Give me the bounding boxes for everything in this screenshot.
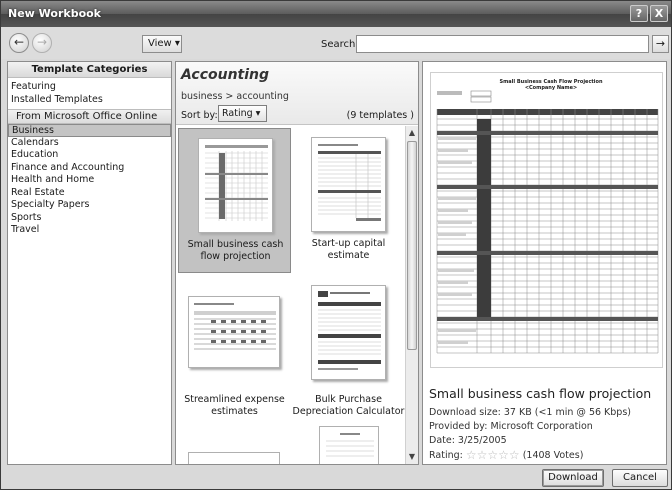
rating-label: Rating: bbox=[429, 450, 463, 461]
category-travel[interactable]: Travel bbox=[8, 224, 171, 237]
category-installed-templates[interactable]: Installed Templates bbox=[8, 94, 171, 107]
close-button[interactable]: X bbox=[650, 5, 668, 22]
scrollbar-thumb[interactable] bbox=[407, 141, 417, 350]
scroll-down-icon[interactable]: ▼ bbox=[406, 450, 418, 463]
category-education[interactable]: Education bbox=[8, 149, 171, 162]
template-date: Date: 3/25/2005 bbox=[429, 435, 507, 446]
category-health-and-home[interactable]: Health and Home bbox=[8, 174, 171, 187]
view-dropdown[interactable]: View ▾ bbox=[142, 35, 182, 53]
breadcrumb: business > accounting bbox=[181, 91, 289, 102]
download-button[interactable]: Download bbox=[542, 469, 604, 487]
help-button[interactable]: ? bbox=[630, 5, 648, 22]
window-title: New Workbook bbox=[8, 7, 102, 20]
scroll-up-icon[interactable]: ▲ bbox=[406, 126, 418, 139]
template-label: Start-up capital estimate bbox=[311, 238, 386, 261]
toolbar: ← → View ▾ Search: → bbox=[1, 27, 671, 59]
category-real-estate[interactable]: Real Estate bbox=[8, 187, 171, 200]
template-count: (9 templates ) bbox=[346, 110, 414, 121]
template-thumbnail bbox=[188, 452, 280, 464]
sort-label: Sort by: bbox=[181, 110, 218, 121]
search-label: Search: bbox=[321, 39, 359, 50]
rating-row: Rating: ☆☆☆☆☆ (1408 Votes) bbox=[429, 448, 583, 462]
search-input[interactable] bbox=[356, 35, 649, 53]
template-grid: Small business cash flow projection Star… bbox=[176, 126, 405, 464]
templates-header: Accounting business > accounting Sort by… bbox=[176, 62, 418, 125]
template-label: Bulk Purchase Depreciation Calculator bbox=[292, 394, 405, 417]
rating-stars-icon[interactable]: ☆☆☆☆☆ bbox=[466, 448, 520, 462]
vote-count: (1408 Votes) bbox=[522, 450, 584, 461]
template-label: Small business cash flow projection bbox=[187, 239, 284, 262]
template-tile-startup-capital[interactable]: Start-up capital estimate bbox=[292, 128, 405, 273]
provided-by: Provided by: Microsoft Corporation bbox=[429, 421, 593, 432]
template-tile-bulk-purchase[interactable]: Bulk Purchase Depreciation Calculator bbox=[292, 276, 405, 421]
templates-pane: Accounting business > accounting Sort by… bbox=[175, 61, 419, 465]
preview-sheet bbox=[436, 90, 659, 354]
template-label: Streamlined expense estimates bbox=[184, 394, 285, 417]
template-thumbnail bbox=[188, 296, 280, 368]
sort-dropdown[interactable]: Rating ▾ bbox=[218, 105, 267, 122]
download-size: Download size: 37 KB (<1 min @ 56 Kbps) bbox=[429, 407, 631, 418]
category-finance-and-accounting[interactable]: Finance and Accounting bbox=[8, 162, 171, 175]
template-tile-expense-estimates[interactable]: Streamlined expense estimates bbox=[178, 276, 291, 421]
category-title: Accounting bbox=[181, 67, 270, 83]
template-name: Small business cash flow projection bbox=[429, 386, 652, 401]
template-details-pane: Small Business Cash Flow Projection <Com… bbox=[422, 61, 667, 465]
forward-arrow-icon[interactable]: → bbox=[32, 33, 52, 53]
cancel-button[interactable]: Cancel bbox=[612, 469, 668, 487]
back-arrow-icon[interactable]: ← bbox=[9, 33, 29, 53]
category-featuring[interactable]: Featuring bbox=[8, 81, 171, 94]
preview-title: Small Business Cash Flow Projection <Com… bbox=[499, 79, 603, 91]
categories-header: Template Categories bbox=[8, 62, 171, 78]
template-thumbnail bbox=[311, 285, 386, 380]
online-section-header: From Microsoft Office Online bbox=[8, 109, 171, 124]
templates-scrollbar[interactable]: ▲ ▼ bbox=[405, 126, 418, 464]
category-business[interactable]: Business bbox=[8, 124, 171, 137]
template-preview: Small Business Cash Flow Projection <Com… bbox=[430, 72, 663, 368]
new-workbook-dialog: New Workbook ? X ← → View ▾ Search: → Te… bbox=[0, 0, 672, 490]
template-thumbnail bbox=[198, 138, 273, 233]
category-specialty-papers[interactable]: Specialty Papers bbox=[8, 199, 171, 212]
template-tile-partial[interactable] bbox=[292, 422, 405, 464]
template-categories-pane: Template Categories Featuring Installed … bbox=[7, 61, 172, 465]
template-thumbnail bbox=[319, 426, 379, 464]
template-thumbnail bbox=[311, 137, 386, 232]
template-tile-cash-flow[interactable]: Small business cash flow projection bbox=[178, 128, 291, 273]
title-bar: New Workbook ? X bbox=[1, 1, 671, 27]
category-calendars[interactable]: Calendars bbox=[8, 137, 171, 150]
template-tile-partial[interactable] bbox=[178, 444, 291, 464]
category-sports[interactable]: Sports bbox=[8, 212, 171, 225]
search-go-icon[interactable]: → bbox=[652, 35, 669, 53]
